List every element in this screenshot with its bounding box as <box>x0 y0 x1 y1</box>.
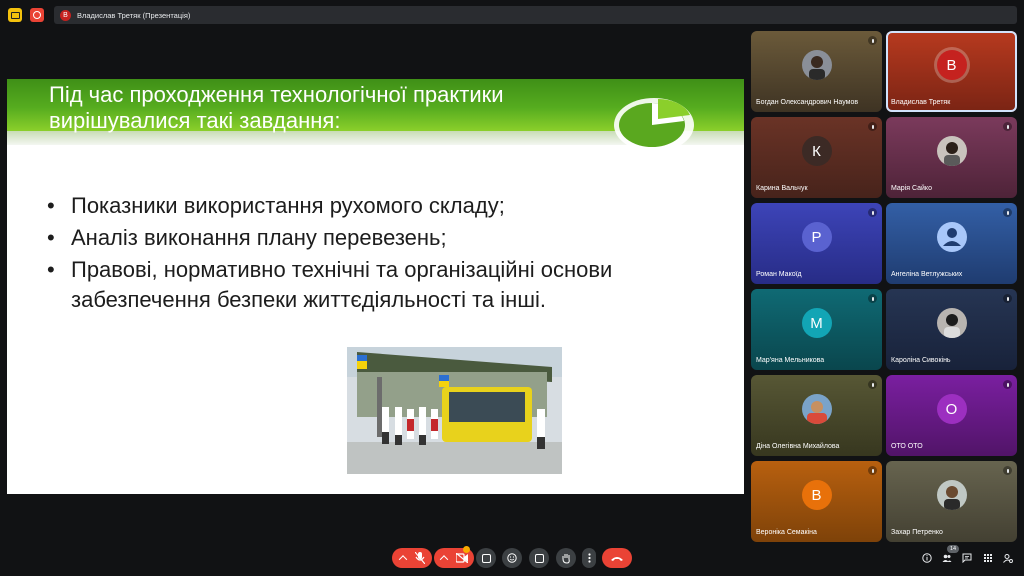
participant-name: Марія Сайко <box>891 185 932 192</box>
participant-tile[interactable]: В Вероніка Семакіна <box>751 461 882 542</box>
participant-name: Мар'яна Мельникова <box>756 357 825 364</box>
participant-photo <box>936 480 967 511</box>
presenter-avatar: В <box>60 9 71 21</box>
hang-up-icon <box>611 556 623 561</box>
participant-avatar: О <box>936 394 967 425</box>
person-icon <box>936 222 967 253</box>
mic-toggle-button[interactable] <box>392 548 432 568</box>
bullet-list: Показники використання рухомого складу; … <box>47 191 727 317</box>
participant-name: Ангеліна Ветлужських <box>891 271 963 278</box>
participant-name: Владислав Третяк <box>891 99 951 106</box>
participant-tile[interactable]: В Владислав Третяк <box>886 31 1017 112</box>
participant-name: Кароліна Сивокінь <box>891 357 951 364</box>
muted-mic-icon <box>868 208 877 217</box>
participant-name: Захар Петренко <box>891 529 943 536</box>
mic-off-icon <box>414 552 425 564</box>
raise-hand-button[interactable] <box>556 548 576 568</box>
activities-icon[interactable] <box>983 553 993 563</box>
info-icon[interactable] <box>922 553 932 563</box>
participant-avatar: К <box>801 136 832 167</box>
people-icon[interactable] <box>942 553 952 563</box>
muted-mic-icon <box>1003 208 1012 217</box>
pie-logo-icon <box>614 98 694 152</box>
participant-name: Богдан Олександрович Наумов <box>756 99 859 106</box>
presenting-icon[interactable] <box>8 8 22 22</box>
muted-mic-icon <box>1003 466 1012 475</box>
participant-tile[interactable]: Р Роман Макоїд <box>751 203 882 284</box>
muted-mic-icon <box>1003 380 1012 389</box>
chevron-up-icon[interactable] <box>398 555 407 564</box>
hand-icon <box>562 553 570 564</box>
people-count-badge: 14 <box>947 545 959 553</box>
present-screen-icon <box>534 553 544 563</box>
participant-name: Вероніка Семакіна <box>756 529 817 536</box>
participant-tile[interactable]: Богдан Олександрович Наумов <box>751 31 882 112</box>
bullet-item: Правові, нормативно технічні та організа… <box>47 255 727 315</box>
chevron-up-icon[interactable] <box>439 555 448 564</box>
participant-photo <box>801 50 832 81</box>
participant-tile[interactable]: Ангеліна Ветлужських <box>886 203 1017 284</box>
presentation-banner[interactable]: В Владислав Третяк (Презентація) <box>54 6 1017 24</box>
chat-icon[interactable] <box>962 553 972 563</box>
emoji-button[interactable] <box>502 548 522 568</box>
captions-icon <box>481 553 491 563</box>
participant-name: Роман Макоїд <box>756 271 802 278</box>
muted-mic-icon <box>868 294 877 303</box>
participant-tile[interactable]: М Мар'яна Мельникова <box>751 289 882 370</box>
host-controls-icon[interactable] <box>1003 553 1013 563</box>
top-bar: В Владислав Третяк (Презентація) <box>0 0 1024 30</box>
participant-tile[interactable]: Кароліна Сивокінь <box>886 289 1017 370</box>
participant-tile[interactable]: Захар Петренко <box>886 461 1017 542</box>
participant-avatar: В <box>801 480 832 511</box>
more-vert-icon <box>587 553 591 563</box>
slide-title: Під час проходження технологічної практи… <box>49 82 504 133</box>
bullet-item: Показники використання рухомого складу; <box>47 191 727 221</box>
participant-tile[interactable]: Марія Сайко <box>886 117 1017 198</box>
participant-photo <box>801 394 832 425</box>
participant-name: ОТО ОТО <box>891 443 923 450</box>
presentation-label: Владислав Третяк (Презентація) <box>77 10 191 20</box>
muted-mic-icon <box>868 466 877 475</box>
participant-tile[interactable]: Діна Олегівна Михайлова <box>751 375 882 456</box>
muted-mic-icon <box>1003 122 1012 131</box>
participant-photo <box>936 136 967 167</box>
muted-mic-icon <box>868 36 877 45</box>
leave-call-button[interactable] <box>602 548 632 568</box>
participant-tile[interactable]: О ОТО ОТО <box>886 375 1017 456</box>
bus-photo <box>347 347 562 474</box>
muted-mic-icon <box>868 122 877 131</box>
participant-name: Діна Олегівна Михайлова <box>756 443 840 450</box>
muted-mic-icon <box>868 380 877 389</box>
participant-avatar: М <box>801 308 832 339</box>
shared-slide: Під час проходження технологічної практи… <box>7 79 744 494</box>
participant-photo <box>936 308 967 339</box>
participant-name: Карина Вальчук <box>756 185 808 192</box>
present-screen-button[interactable] <box>529 548 549 568</box>
captions-button[interactable] <box>476 548 496 568</box>
participant-avatar: Р <box>801 222 832 253</box>
participant-avatar: В <box>936 50 967 81</box>
emoji-icon <box>507 553 517 563</box>
participant-tile[interactable]: К Карина Вальчук <box>751 117 882 198</box>
camera-off-icon <box>455 553 468 563</box>
warning-badge-icon <box>463 546 470 553</box>
more-options-button[interactable] <box>582 548 596 568</box>
recording-icon[interactable] <box>30 8 44 22</box>
bullet-item: Аналіз виконання плану перевезень; <box>47 223 727 253</box>
muted-mic-icon <box>1003 294 1012 303</box>
